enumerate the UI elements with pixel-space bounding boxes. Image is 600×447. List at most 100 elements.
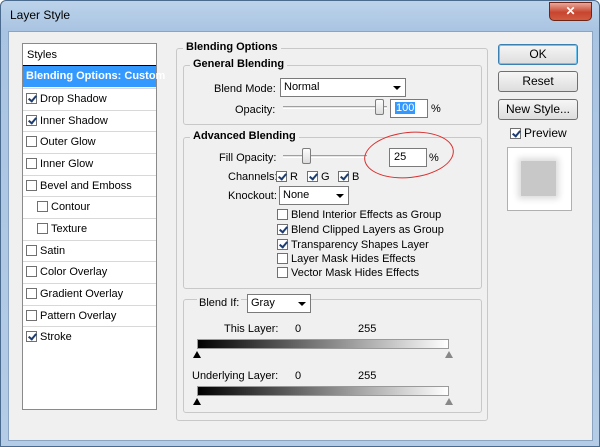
style-outer-glow[interactable]: Outer Glow bbox=[23, 131, 156, 152]
style-item-label: Inner Shadow bbox=[40, 115, 108, 127]
underlying-white-slider[interactable] bbox=[445, 398, 453, 405]
underlying-layer-gradient bbox=[197, 386, 449, 396]
reset-button[interactable]: Reset bbox=[498, 71, 578, 92]
advanced-blending-title: Advanced Blending bbox=[190, 130, 299, 142]
this-layer-gradient bbox=[197, 339, 449, 349]
this-layer-black-slider[interactable] bbox=[193, 351, 201, 358]
blend-if-select[interactable]: Gray bbox=[247, 294, 311, 313]
style-item-label: Blending Options: Custom bbox=[26, 70, 166, 82]
channel-b-checkbox[interactable] bbox=[338, 171, 349, 182]
window-title: Layer Style bbox=[10, 8, 71, 22]
style-item-label: Inner Glow bbox=[40, 158, 94, 170]
channel-g-label: G bbox=[321, 171, 330, 183]
this-layer-label: This Layer: bbox=[224, 323, 279, 335]
this-layer-white-slider[interactable] bbox=[445, 351, 453, 358]
style-pattern-overlay[interactable]: Pattern Overlay bbox=[23, 305, 156, 326]
contour-checkbox[interactable] bbox=[37, 201, 48, 212]
blend-mode-value: Normal bbox=[284, 81, 320, 93]
transparency-shapes-checkbox[interactable] bbox=[277, 239, 288, 250]
style-satin[interactable]: Satin bbox=[23, 240, 156, 261]
channel-g[interactable]: G bbox=[307, 171, 330, 183]
option-vector-mask[interactable]: Vector Mask Hides Effects bbox=[277, 267, 419, 279]
new-style-button[interactable]: New Style... bbox=[498, 99, 578, 120]
channel-r[interactable]: R bbox=[276, 171, 298, 183]
style-color-overlay[interactable]: Color Overlay bbox=[23, 261, 156, 282]
option-blend-interior[interactable]: Blend Interior Effects as Group bbox=[277, 209, 441, 221]
blend-if-value: Gray bbox=[251, 297, 275, 309]
layer-style-window: Layer Style ✕ Styles Blending Options: C… bbox=[0, 0, 600, 447]
style-item-label: Outer Glow bbox=[40, 136, 96, 148]
option-transparency-shapes[interactable]: Transparency Shapes Layer bbox=[277, 239, 429, 251]
channels-label: Channels: bbox=[228, 171, 278, 183]
styles-list: Styles Blending Options: Custom Drop Sha… bbox=[22, 43, 165, 410]
inner-glow-checkbox[interactable] bbox=[26, 158, 37, 169]
preview-swatch bbox=[507, 147, 572, 211]
dialog-client: Styles Blending Options: Custom Drop Sha… bbox=[8, 31, 593, 441]
blend-mode-select[interactable]: Normal bbox=[280, 78, 406, 97]
close-button[interactable]: ✕ bbox=[549, 2, 592, 21]
style-blending-options[interactable]: Blending Options: Custom bbox=[23, 66, 165, 87]
opacity-slider-track[interactable] bbox=[283, 106, 387, 109]
chevron-down-icon bbox=[393, 86, 401, 90]
satin-checkbox[interactable] bbox=[26, 245, 37, 256]
style-stroke[interactable]: Stroke bbox=[23, 326, 156, 347]
style-drop-shadow[interactable]: Drop Shadow bbox=[23, 88, 156, 109]
channel-g-checkbox[interactable] bbox=[307, 171, 318, 182]
texture-checkbox[interactable] bbox=[37, 223, 48, 234]
ok-button[interactable]: OK bbox=[498, 44, 578, 65]
option-label: Layer Mask Hides Effects bbox=[291, 253, 416, 265]
color-overlay-checkbox[interactable] bbox=[26, 266, 37, 277]
style-item-label: Contour bbox=[51, 201, 91, 213]
styles-header[interactable]: Styles bbox=[23, 44, 156, 66]
blending-options-title: Blending Options bbox=[183, 41, 281, 53]
underlying-min: 0 bbox=[295, 370, 302, 382]
pattern-overlay-checkbox[interactable] bbox=[26, 310, 37, 321]
outer-glow-checkbox[interactable] bbox=[26, 136, 37, 147]
opacity-unit: % bbox=[431, 103, 441, 115]
drop-shadow-checkbox[interactable] bbox=[26, 93, 37, 104]
style-item-label: Color Overlay bbox=[40, 266, 108, 278]
option-blend-clipped[interactable]: Blend Clipped Layers as Group bbox=[277, 224, 444, 236]
general-blending-title: General Blending bbox=[190, 58, 288, 70]
channel-b-label: B bbox=[352, 171, 360, 183]
channel-b[interactable]: B bbox=[338, 171, 359, 183]
stroke-checkbox[interactable] bbox=[26, 331, 37, 342]
underlying-black-slider[interactable] bbox=[193, 398, 201, 405]
knockout-select[interactable]: None bbox=[279, 186, 349, 205]
preview-shape bbox=[521, 161, 556, 196]
channel-r-checkbox[interactable] bbox=[276, 171, 287, 182]
opacity-input[interactable]: 100 bbox=[390, 99, 428, 118]
option-label: Transparency Shapes Layer bbox=[291, 239, 429, 251]
this-layer-max: 255 bbox=[358, 323, 377, 335]
style-gradient-overlay[interactable]: Gradient Overlay bbox=[23, 283, 156, 304]
fill-opacity-slider-thumb[interactable] bbox=[302, 148, 311, 164]
gradient-overlay-checkbox[interactable] bbox=[26, 288, 37, 299]
style-contour[interactable]: Contour bbox=[23, 196, 156, 217]
fill-opacity-slider-track[interactable] bbox=[283, 155, 367, 158]
blend-clipped-checkbox[interactable] bbox=[277, 224, 288, 235]
inner-shadow-checkbox[interactable] bbox=[26, 115, 37, 126]
style-inner-shadow[interactable]: Inner Shadow bbox=[23, 110, 156, 131]
style-item-label: Satin bbox=[40, 245, 66, 257]
vector-mask-checkbox[interactable] bbox=[277, 267, 288, 278]
preview-checkbox[interactable] bbox=[510, 128, 521, 139]
knockout-value: None bbox=[283, 189, 310, 201]
style-item-label: Texture bbox=[51, 223, 88, 235]
option-layer-mask[interactable]: Layer Mask Hides Effects bbox=[277, 253, 416, 265]
option-label: Vector Mask Hides Effects bbox=[291, 267, 420, 279]
layer-mask-checkbox[interactable] bbox=[277, 253, 288, 264]
blend-interior-checkbox[interactable] bbox=[277, 209, 288, 220]
style-texture[interactable]: Texture bbox=[23, 218, 156, 239]
bevel-emboss-checkbox[interactable] bbox=[26, 180, 37, 191]
title-bar[interactable]: Layer Style ✕ bbox=[1, 1, 599, 29]
blend-mode-label: Blend Mode: bbox=[214, 83, 276, 95]
preview-label: Preview bbox=[524, 126, 567, 140]
option-label: Blend Interior Effects as Group bbox=[291, 209, 442, 221]
knockout-label: Knockout: bbox=[228, 190, 277, 202]
opacity-slider-thumb[interactable] bbox=[375, 99, 384, 115]
style-inner-glow[interactable]: Inner Glow bbox=[23, 153, 156, 174]
preview-toggle[interactable]: Preview bbox=[510, 126, 567, 140]
style-bevel-emboss[interactable]: Bevel and Emboss bbox=[23, 175, 156, 196]
opacity-label: Opacity: bbox=[235, 104, 276, 116]
chevron-down-icon bbox=[298, 302, 306, 306]
